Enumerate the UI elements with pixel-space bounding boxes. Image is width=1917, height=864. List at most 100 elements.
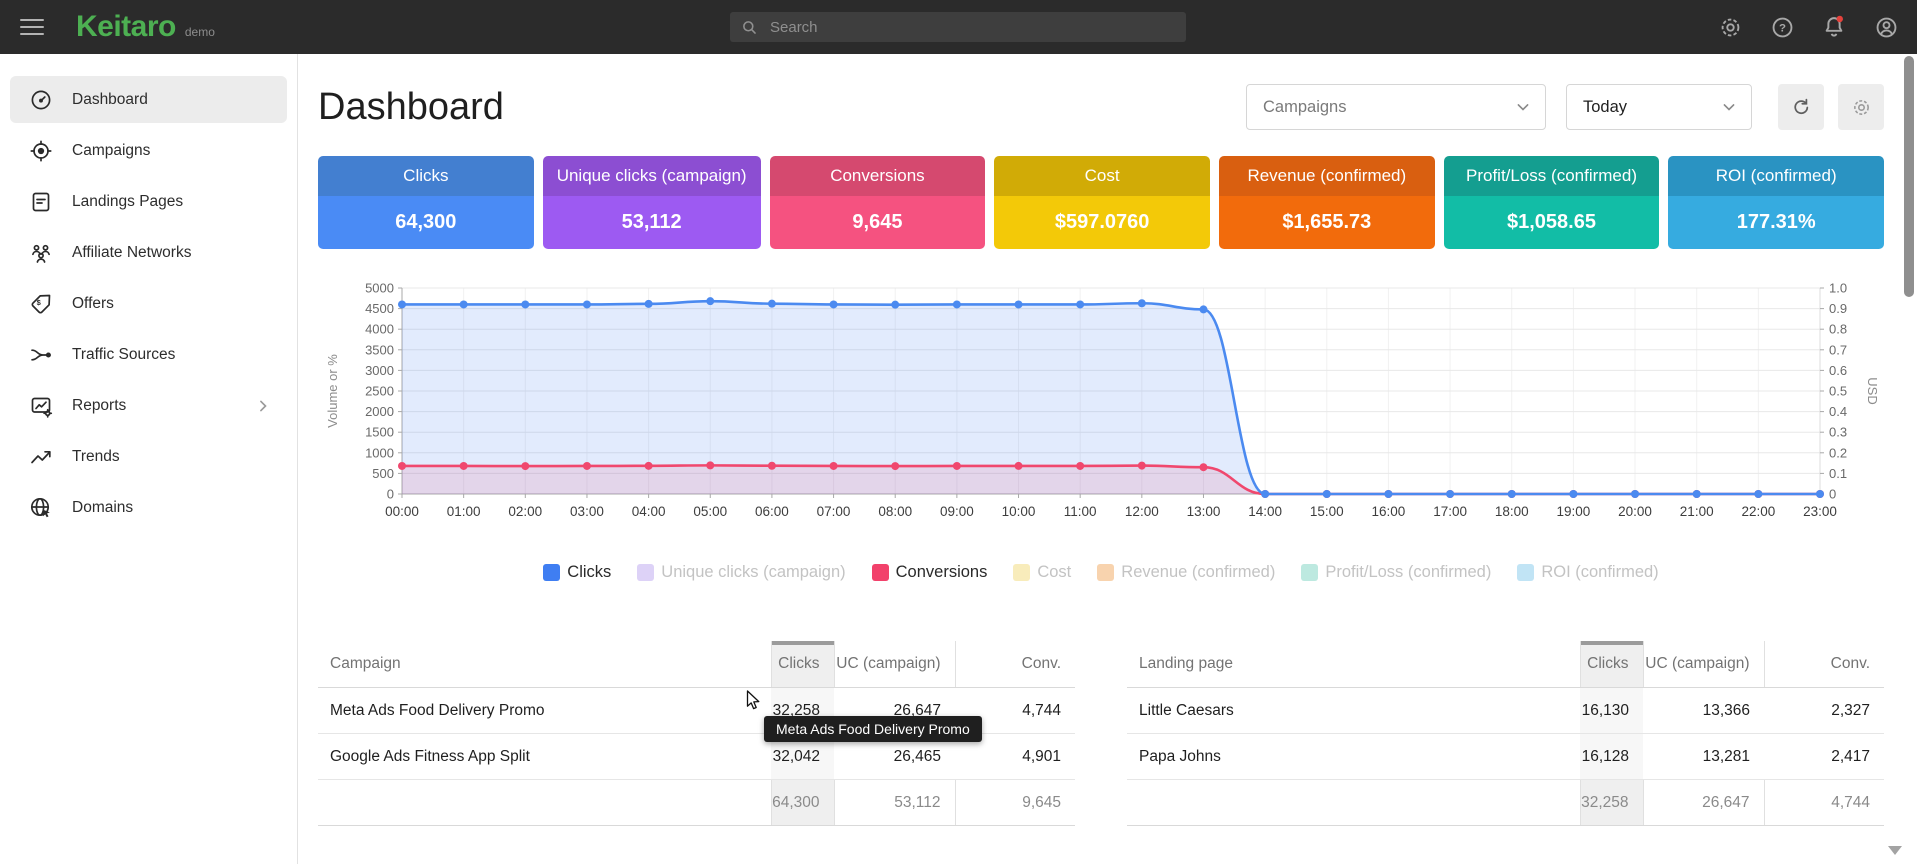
metric-card-revenue-confirmed[interactable]: Revenue (confirmed)$1,655.73 — [1219, 156, 1435, 249]
table-header-row: Campaign Clicks UC (campaign) Conv. — [318, 641, 1075, 688]
search-box[interactable] — [730, 12, 1186, 42]
svg-text:2000: 2000 — [365, 404, 394, 419]
metric-card-unique-clicks-campaign[interactable]: Unique clicks (campaign)53,112 — [543, 156, 761, 249]
sidebar-item-reports[interactable]: Reports — [10, 382, 287, 429]
column-header-uc-campaign[interactable]: UC (campaign) — [1643, 641, 1764, 688]
svg-text:1.0: 1.0 — [1829, 281, 1847, 296]
page-scrollbar[interactable] — [1901, 54, 1917, 864]
svg-text:0.9: 0.9 — [1829, 301, 1847, 316]
legend-swatch — [637, 564, 654, 581]
legend-item-roi-confirmed[interactable]: ROI (confirmed) — [1517, 563, 1658, 582]
svg-text:16:00: 16:00 — [1372, 504, 1406, 519]
legend-item-clicks[interactable]: Clicks — [543, 563, 611, 582]
legend-label: Cost — [1037, 563, 1071, 582]
svg-text:15:00: 15:00 — [1310, 504, 1344, 519]
table-totals-row: 32,258 26,647 4,744 — [1127, 780, 1884, 826]
svg-text:06:00: 06:00 — [755, 504, 789, 519]
landing-name[interactable]: Papa Johns — [1127, 734, 1580, 780]
legend-item-conversions[interactable]: Conversions — [872, 563, 988, 582]
metric-card-clicks[interactable]: Clicks64,300 — [318, 156, 534, 249]
table-header-row: Landing page Clicks UC (campaign) Conv. — [1127, 641, 1884, 688]
sidebar-item-label: Offers — [72, 295, 273, 313]
chevron-down-icon — [1513, 97, 1533, 117]
svg-text:1000: 1000 — [365, 445, 394, 460]
uc-total: 26,647 — [1643, 780, 1764, 826]
svg-text:0.7: 0.7 — [1829, 342, 1847, 357]
campaign-name[interactable]: Google Ads Fitness App Split — [318, 734, 771, 780]
user-account-icon[interactable] — [1873, 14, 1899, 40]
traffic-chart-svg: 0500100015002000250030003500400045005000… — [318, 280, 1884, 530]
conv-value: 2,327 — [1764, 688, 1884, 734]
notifications-bell-icon[interactable] — [1821, 14, 1847, 40]
column-header-landing-page[interactable]: Landing page — [1127, 641, 1580, 688]
landings-table: Landing page Clicks UC (campaign) Conv. … — [1127, 641, 1884, 826]
scroll-down-icon[interactable] — [1888, 846, 1902, 855]
legend-label: Conversions — [896, 563, 988, 582]
column-header-clicks[interactable]: Clicks — [771, 641, 834, 688]
column-header-conv[interactable]: Conv. — [955, 641, 1075, 688]
sidebar-item-traffic-sources[interactable]: Traffic Sources — [10, 331, 287, 378]
svg-text:0.1: 0.1 — [1829, 466, 1847, 481]
main-content: Dashboard Campaigns Today — [299, 54, 1901, 864]
sidebar-item-domains[interactable]: Domains — [10, 484, 287, 531]
metric-card-cost[interactable]: Cost$597.0760 — [994, 156, 1210, 249]
branch-icon — [29, 343, 53, 367]
column-header-campaign[interactable]: Campaign — [318, 641, 771, 688]
help-icon[interactable]: ? — [1769, 14, 1795, 40]
settings-icon[interactable] — [1717, 14, 1743, 40]
table-totals-row: 64,300 53,112 9,645 — [318, 780, 1075, 826]
campaign-name[interactable]: Meta Ads Food Delivery Promo — [318, 688, 771, 734]
column-header-clicks[interactable]: Clicks — [1580, 641, 1643, 688]
svg-text:19:00: 19:00 — [1556, 504, 1590, 519]
table-row[interactable]: Little Caesars 16,130 13,366 2,327 — [1127, 688, 1884, 734]
sidebar-item-dashboard[interactable]: Dashboard — [10, 76, 287, 123]
column-header-uc-campaign[interactable]: UC (campaign) — [834, 641, 955, 688]
svg-text:$: $ — [37, 298, 42, 307]
svg-text:0.4: 0.4 — [1829, 404, 1847, 419]
column-header-conv[interactable]: Conv. — [1764, 641, 1884, 688]
uc-value: 13,366 — [1643, 688, 1764, 734]
sidebar-item-trends[interactable]: Trends — [10, 433, 287, 480]
search-input[interactable] — [768, 18, 1152, 37]
logo-demo-label: demo — [185, 25, 215, 39]
refresh-button[interactable] — [1778, 84, 1824, 130]
svg-text:4000: 4000 — [365, 322, 394, 337]
svg-text:04:00: 04:00 — [632, 504, 666, 519]
landing-name[interactable]: Little Caesars — [1127, 688, 1580, 734]
date-range-select[interactable]: Today — [1566, 84, 1752, 130]
legend-item-revenue-confirmed[interactable]: Revenue (confirmed) — [1097, 563, 1275, 582]
target-icon — [29, 139, 53, 163]
svg-text:08:00: 08:00 — [878, 504, 912, 519]
chart-settings-button[interactable] — [1838, 84, 1884, 130]
legend-swatch — [1013, 564, 1030, 581]
sidebar-item-campaigns[interactable]: Campaigns — [10, 127, 287, 174]
globe-icon — [29, 496, 53, 520]
table-row[interactable]: Papa Johns 16,128 13,281 2,417 — [1127, 734, 1884, 780]
svg-text:20:00: 20:00 — [1618, 504, 1652, 519]
chart-legend: Clicks Unique clicks (campaign) Conversion… — [318, 560, 1884, 584]
menu-icon[interactable] — [20, 14, 44, 39]
legend-item-profit-loss-confirmed[interactable]: Profit/Loss (confirmed) — [1301, 563, 1491, 582]
metric-card-conversions[interactable]: Conversions9,645 — [770, 156, 986, 249]
metric-card-profit-loss-confirmed[interactable]: Profit/Loss (confirmed)$1,058.65 — [1444, 156, 1660, 249]
metric-value: $1,655.73 — [1282, 211, 1371, 234]
conv-total: 4,744 — [1764, 780, 1884, 826]
legend-item-cost[interactable]: Cost — [1013, 563, 1071, 582]
campaigns-filter-select[interactable]: Campaigns — [1246, 84, 1546, 130]
metric-cards-row: Clicks64,300Unique clicks (campaign)53,1… — [318, 156, 1884, 249]
sidebar-item-affiliate-networks[interactable]: Affiliate Networks — [10, 229, 287, 276]
svg-text:01:00: 01:00 — [447, 504, 481, 519]
clicks-total: 64,300 — [771, 780, 834, 826]
scrollbar-thumb[interactable] — [1904, 56, 1914, 297]
tag-icon: $ — [29, 292, 53, 316]
metric-label: Profit/Loss (confirmed) — [1466, 166, 1637, 186]
page-title: Dashboard — [318, 86, 504, 129]
svg-text:14:00: 14:00 — [1248, 504, 1282, 519]
app-logo[interactable]: Keitaro — [76, 10, 176, 44]
gear-icon — [1851, 97, 1872, 118]
sidebar-item-landings-pages[interactable]: Landings Pages — [10, 178, 287, 225]
metric-card-roi-confirmed[interactable]: ROI (confirmed)177.31% — [1668, 156, 1884, 249]
sidebar-item-offers[interactable]: $ Offers — [10, 280, 287, 327]
svg-text:0.5: 0.5 — [1829, 384, 1847, 399]
legend-item-unique-clicks-campaign[interactable]: Unique clicks (campaign) — [637, 563, 845, 582]
